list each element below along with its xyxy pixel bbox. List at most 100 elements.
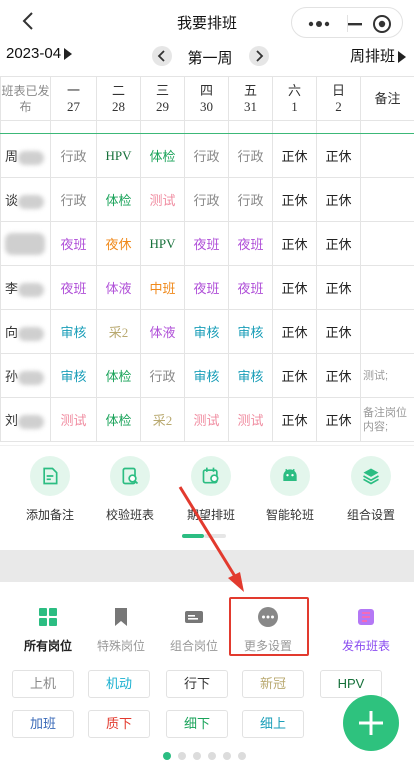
page-dot[interactable]: [163, 752, 171, 760]
schedule-mode-selector[interactable]: 周排班: [350, 45, 406, 66]
day-header[interactable]: 二 28: [96, 76, 141, 121]
employee-name-cell[interactable]: 李: [0, 265, 51, 310]
shift-cell[interactable]: 夜休: [96, 221, 141, 266]
employee-name-cell[interactable]: 孙: [0, 353, 51, 398]
shift-cell[interactable]: 夜班: [228, 221, 273, 266]
shift-cell[interactable]: 夜班: [184, 221, 229, 266]
day-header[interactable]: 一 27: [50, 76, 97, 121]
page-dot[interactable]: [193, 752, 201, 760]
shift-cell[interactable]: 体液: [140, 309, 185, 354]
shift-cell[interactable]: 正休: [272, 309, 317, 354]
shift-cell[interactable]: 采2: [140, 397, 185, 442]
shift-cell[interactable]: 行政: [50, 177, 97, 222]
shift-cell[interactable]: 正休: [316, 309, 361, 354]
shift-cell[interactable]: 审核: [50, 353, 97, 398]
shift-cell[interactable]: 正休: [272, 133, 317, 178]
shift-cell[interactable]: 测试: [184, 397, 229, 442]
shift-cell[interactable]: 审核: [228, 309, 273, 354]
shift-cell[interactable]: 正休: [316, 221, 361, 266]
tool-layers-button[interactable]: 组合设置: [331, 456, 411, 523]
page-dot[interactable]: [208, 752, 216, 760]
shift-chip[interactable]: 机动: [88, 670, 150, 698]
shift-cell[interactable]: 夜班: [50, 265, 97, 310]
shift-cell[interactable]: 行政: [184, 177, 229, 222]
shift-chip[interactable]: 新冠: [242, 670, 304, 698]
tool-check-table-button[interactable]: 校验班表: [90, 456, 170, 523]
more-dots-icon[interactable]: [306, 16, 332, 32]
shift-cell[interactable]: 审核: [50, 309, 97, 354]
shift-cell[interactable]: 行政: [228, 133, 273, 178]
note-cell[interactable]: [360, 309, 414, 354]
page-dot[interactable]: [178, 752, 186, 760]
day-header[interactable]: 五 31: [228, 76, 273, 121]
shift-cell[interactable]: 正休: [316, 353, 361, 398]
bottom-tab-bookmark[interactable]: 特殊岗位: [81, 606, 161, 654]
shift-cell[interactable]: 体检: [140, 133, 185, 178]
employee-name-cell[interactable]: 向: [0, 309, 51, 354]
shift-cell[interactable]: HPV: [96, 133, 141, 178]
note-cell[interactable]: [360, 221, 414, 266]
shift-cell[interactable]: 测试: [228, 397, 273, 442]
bottom-tab-ticket[interactable]: 组合岗位: [154, 606, 234, 654]
shift-cell[interactable]: 行政: [140, 353, 185, 398]
employee-name-cell[interactable]: 谈: [0, 177, 51, 222]
shift-cell[interactable]: 行政: [184, 133, 229, 178]
shift-cell[interactable]: 正休: [316, 397, 361, 442]
shift-chip[interactable]: 细下: [166, 710, 228, 738]
employee-name-cell[interactable]: 刘: [0, 397, 51, 442]
shift-cell[interactable]: 测试: [140, 177, 185, 222]
bottom-tab-publish[interactable]: 发布班表: [326, 606, 406, 654]
shift-cell[interactable]: 正休: [316, 133, 361, 178]
shift-cell[interactable]: 行政: [50, 133, 97, 178]
prev-week-button[interactable]: [152, 46, 172, 66]
shift-cell[interactable]: 体检: [96, 397, 141, 442]
shift-cell[interactable]: 体液: [96, 265, 141, 310]
day-header[interactable]: 六1: [272, 76, 317, 121]
shift-cell[interactable]: 正休: [272, 353, 317, 398]
close-icon[interactable]: [370, 12, 394, 36]
tool-android-robot-button[interactable]: 智能轮班: [250, 456, 330, 523]
page-dot[interactable]: [238, 752, 246, 760]
shift-chip[interactable]: 细上: [242, 710, 304, 738]
shift-cell[interactable]: HPV: [140, 221, 185, 266]
shift-cell[interactable]: 审核: [184, 309, 229, 354]
shift-cell[interactable]: 正休: [316, 177, 361, 222]
add-button[interactable]: [343, 695, 399, 751]
next-week-button[interactable]: [249, 46, 269, 66]
note-cell[interactable]: 测试;: [360, 353, 414, 398]
bottom-tab-grid[interactable]: 所有岗位: [8, 606, 88, 654]
shift-cell[interactable]: 正休: [272, 265, 317, 310]
day-header[interactable]: 日2: [316, 76, 361, 121]
shift-cell[interactable]: 正休: [272, 221, 317, 266]
day-header[interactable]: 四 30: [184, 76, 229, 121]
shift-chip[interactable]: 行下: [166, 670, 228, 698]
shift-cell[interactable]: 体检: [96, 177, 141, 222]
shift-cell[interactable]: 夜班: [50, 221, 97, 266]
month-selector[interactable]: 2023-04: [6, 45, 73, 62]
shift-cell[interactable]: 行政: [228, 177, 273, 222]
shift-chip[interactable]: HPV: [320, 670, 382, 698]
page-dot[interactable]: [223, 752, 231, 760]
shift-cell[interactable]: 审核: [184, 353, 229, 398]
shift-cell[interactable]: 正休: [316, 265, 361, 310]
employee-name-cell[interactable]: 周: [0, 133, 51, 178]
shift-chip[interactable]: 加班: [12, 710, 74, 738]
note-cell[interactable]: [360, 177, 414, 222]
minimize-icon[interactable]: [342, 16, 368, 32]
shift-cell[interactable]: 采2: [96, 309, 141, 354]
shift-cell[interactable]: 正休: [272, 177, 317, 222]
shift-cell[interactable]: 正休: [272, 397, 317, 442]
shift-cell[interactable]: 中班: [140, 265, 185, 310]
shift-cell[interactable]: 审核: [228, 353, 273, 398]
shift-chip[interactable]: 上机: [12, 670, 74, 698]
shift-chip[interactable]: 质下: [88, 710, 150, 738]
tool-expect-schedule-button[interactable]: 期望排班: [171, 456, 251, 523]
note-cell[interactable]: 备注岗位内容;: [360, 397, 414, 442]
note-cell[interactable]: [360, 133, 414, 178]
tool-edit-note-button[interactable]: 添加备注: [10, 456, 90, 523]
shift-cell[interactable]: 夜班: [184, 265, 229, 310]
shift-cell[interactable]: 测试: [50, 397, 97, 442]
note-cell[interactable]: [360, 265, 414, 310]
shift-cell[interactable]: 夜班: [228, 265, 273, 310]
employee-name-cell[interactable]: [0, 221, 51, 266]
